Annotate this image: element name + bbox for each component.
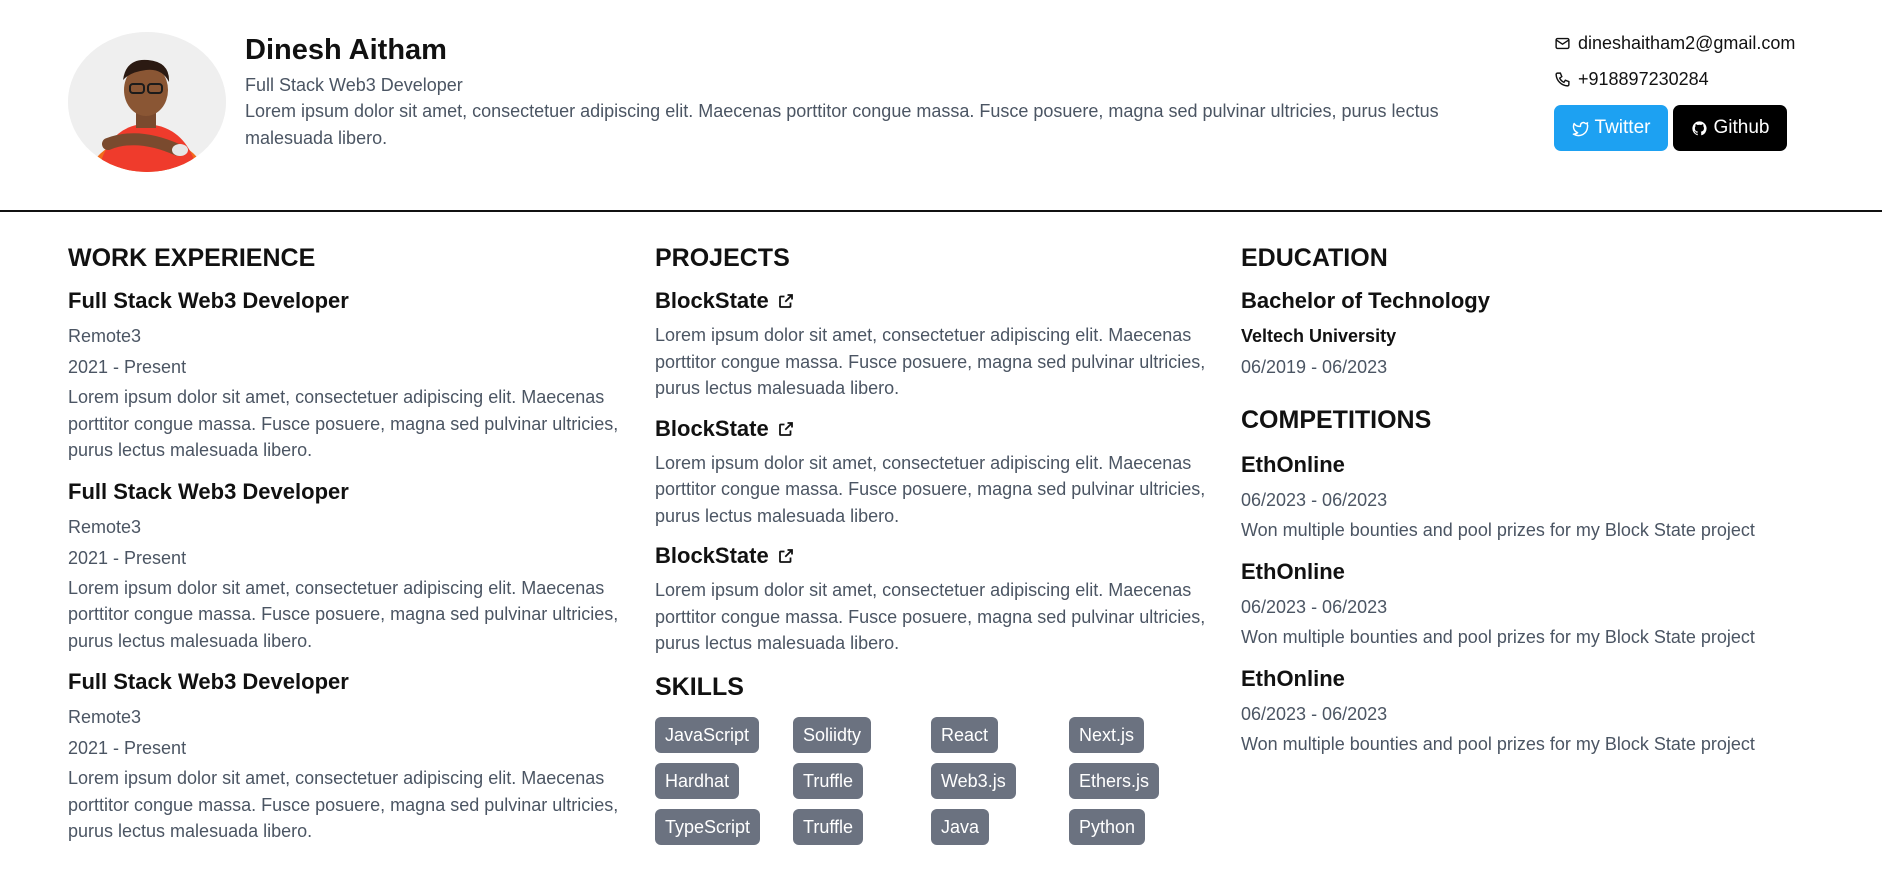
work-period: 2021 - Present <box>68 357 187 377</box>
competition-description: Won multiple bounties and pool prizes fo… <box>1241 520 1755 540</box>
work-experience-section: WORK EXPERIENCE Full Stack Web3 Develope… <box>68 242 628 845</box>
competition-period: 06/2023 - 06/2023 <box>1241 490 1388 510</box>
skill-badge: Truffle <box>793 808 864 845</box>
work-item: Full Stack Web3 Developer Remote3 2021 -… <box>68 286 628 464</box>
twitter-icon <box>1572 121 1588 136</box>
external-link-icon[interactable] <box>777 547 795 565</box>
work-company: Remote3 <box>68 326 142 346</box>
phone-contact[interactable]: +918897230284 <box>1554 69 1709 90</box>
work-role: Full Stack Web3 Developer <box>68 669 349 694</box>
work-description: Lorem ipsum dolor sit amet, consectetuer… <box>68 387 619 460</box>
skill-badge: Web3.js <box>931 762 1016 799</box>
work-item: Full Stack Web3 Developer Remote3 2021 -… <box>68 477 628 655</box>
project-description: Lorem ipsum dolor sit amet, consectetuer… <box>655 325 1206 398</box>
education-school: Veltech University <box>1241 326 1397 346</box>
twitter-button[interactable]: Twitter <box>1554 105 1668 151</box>
education-item: Bachelor of Technology Veltech Universit… <box>1241 286 1821 378</box>
project-title[interactable]: BlockState <box>655 286 1215 316</box>
work-period: 2021 - Present <box>68 738 187 758</box>
work-role: Full Stack Web3 Developer <box>68 288 349 313</box>
email-text: dineshaitham2@gmail.com <box>1578 33 1796 53</box>
work-description: Lorem ipsum dolor sit amet, consectetuer… <box>68 768 619 841</box>
project-item: BlockState Lorem ipsum dolor sit amet, c… <box>655 286 1215 402</box>
project-name[interactable]: BlockState <box>655 286 769 316</box>
skill-badge: Truffle <box>793 762 864 799</box>
external-link-icon[interactable] <box>777 292 795 310</box>
github-button[interactable]: Github <box>1673 105 1787 151</box>
project-description: Lorem ipsum dolor sit amet, consectetuer… <box>655 580 1206 653</box>
skill-badge: Ethers.js <box>1069 762 1160 799</box>
skill-badge: React <box>931 716 999 753</box>
project-name[interactable]: BlockState <box>655 414 769 444</box>
work-company: Remote3 <box>68 707 142 727</box>
competition-item: EthOnline 06/2023 - 06/2023 Won multiple… <box>1241 664 1821 757</box>
mail-icon <box>1555 37 1570 50</box>
projects-heading: PROJECTS <box>655 244 790 272</box>
skill-badge: Soliidty <box>793 716 872 753</box>
skill-badge: Hardhat <box>655 762 740 799</box>
phone-icon <box>1555 72 1570 87</box>
work-description: Lorem ipsum dolor sit amet, consectetuer… <box>68 577 619 651</box>
project-title[interactable]: BlockState <box>655 541 1215 571</box>
work-role: Full Stack Web3 Developer <box>68 478 349 504</box>
work-period: 2021 - Present <box>68 547 187 568</box>
competitions-section: COMPETITIONS EthOnline 06/2023 - 06/2023… <box>1241 404 1821 757</box>
email-contact[interactable]: dineshaitham2@gmail.com <box>1554 33 1795 54</box>
skill-badge: TypeScript <box>655 808 761 845</box>
competition-name: EthOnline <box>1241 666 1345 691</box>
project-item: BlockState Lorem ipsum dolor sit amet, c… <box>655 414 1215 530</box>
profile-name: Dinesh Aitham <box>245 34 447 66</box>
competition-item: EthOnline 06/2023 - 06/2023 Won multiple… <box>1241 450 1821 543</box>
work-experience-heading: WORK EXPERIENCE <box>68 244 316 272</box>
github-label: Github <box>1713 117 1770 138</box>
avatar <box>68 32 226 172</box>
competition-name: EthOnline <box>1241 559 1345 584</box>
work-item: Full Stack Web3 Developer Remote3 2021 -… <box>68 667 628 845</box>
project-name[interactable]: BlockState <box>655 541 769 571</box>
skills-heading: SKILLS <box>655 672 744 701</box>
education-degree: Bachelor of Technology <box>1241 288 1490 313</box>
competition-period: 06/2023 - 06/2023 <box>1241 597 1388 617</box>
skills-list: JavaScript Soliidty React Next.js Hardha… <box>655 716 1215 845</box>
github-icon <box>1691 120 1707 135</box>
education-period: 06/2019 - 06/2023 <box>1241 357 1388 377</box>
project-title[interactable]: BlockState <box>655 414 1215 444</box>
profile-role: Full Stack Web3 Developer <box>245 75 463 95</box>
project-description: Lorem ipsum dolor sit amet, consectetuer… <box>655 452 1206 526</box>
competitions-heading: COMPETITIONS <box>1241 406 1432 434</box>
education-section: EDUCATION Bachelor of Technology Veltech… <box>1241 242 1821 757</box>
competition-period: 06/2023 - 06/2023 <box>1241 704 1388 724</box>
projects-section: PROJECTS BlockState Lorem ipsum dolor si… <box>655 242 1215 845</box>
work-company: Remote3 <box>68 516 142 537</box>
project-item: BlockState Lorem ipsum dolor sit amet, c… <box>655 541 1215 657</box>
twitter-label: Twitter <box>1594 117 1651 138</box>
competition-item: EthOnline 06/2023 - 06/2023 Won multiple… <box>1241 557 1821 650</box>
competition-description: Won multiple bounties and pool prizes fo… <box>1241 734 1755 754</box>
competition-name: EthOnline <box>1241 452 1345 477</box>
profile-bio: Lorem ipsum dolor sit amet, consectetuer… <box>245 101 1439 148</box>
profile-photo <box>68 32 226 172</box>
external-link-icon[interactable] <box>777 420 795 438</box>
phone-text: +918897230284 <box>1578 69 1709 89</box>
competition-description: Won multiple bounties and pool prizes fo… <box>1241 627 1755 647</box>
skill-badge: Python <box>1069 808 1146 845</box>
skill-badge: Java <box>931 808 990 845</box>
profile-header: Dinesh Aitham Full Stack Web3 Developer … <box>0 0 1882 212</box>
skill-badge: JavaScript <box>655 716 760 753</box>
skill-badge: Next.js <box>1069 716 1145 753</box>
education-heading: EDUCATION <box>1241 244 1388 272</box>
